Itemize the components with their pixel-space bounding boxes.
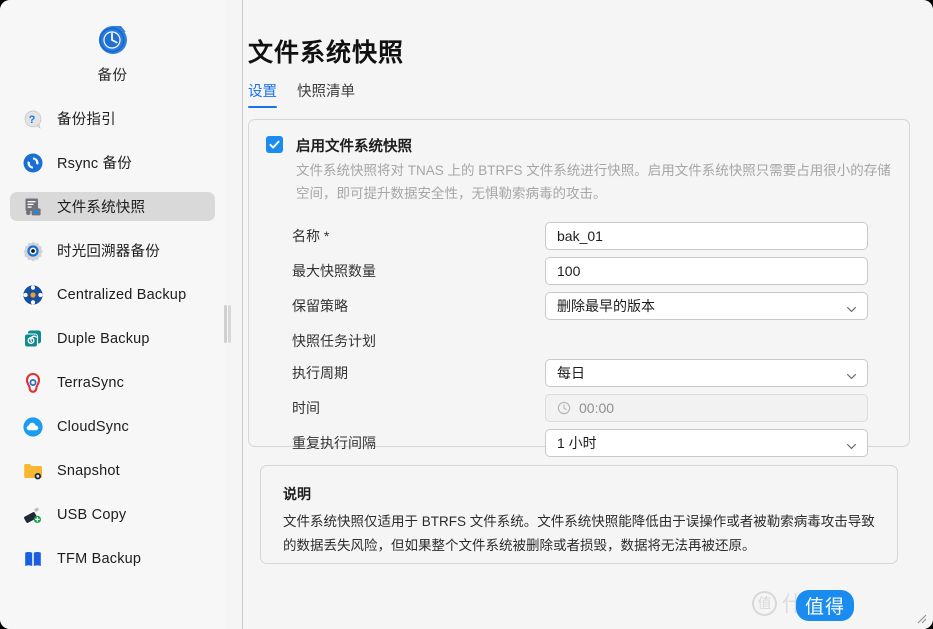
field-label-name: 名称 * bbox=[292, 226, 329, 246]
sidebar-item-label: CloudSync bbox=[57, 419, 129, 435]
centralized-hub-icon bbox=[22, 284, 44, 306]
sidebar-item-label: TFM Backup bbox=[57, 551, 141, 567]
watermark-logo-icon: 值 bbox=[752, 591, 777, 616]
time-machine-icon bbox=[22, 240, 44, 262]
terrasync-icon bbox=[22, 372, 44, 394]
usb-icon bbox=[22, 504, 44, 526]
sidebar-item-label: Duple Backup bbox=[57, 331, 150, 347]
max-snapshots-input[interactable] bbox=[545, 257, 868, 285]
sidebar-item-time-machine-backup[interactable]: 时光回溯器备份 bbox=[10, 236, 215, 265]
server-snapshot-icon bbox=[22, 196, 44, 218]
field-label-frequency: 执行周期 bbox=[292, 363, 348, 383]
sidebar-scrollbar-thumb[interactable] bbox=[224, 305, 227, 343]
field-row-time: 时间 bbox=[249, 394, 911, 422]
sidebar: 备份 ? 备份指引 bbox=[0, 0, 225, 629]
enable-snapshot-row[interactable]: 启用文件系统快照 bbox=[266, 135, 412, 156]
field-control-retention-policy: 删除最早的版本 bbox=[545, 292, 868, 320]
sidebar-item-duple-backup[interactable]: Duple Backup bbox=[10, 324, 215, 353]
tab-bar: 设置 快照清单 bbox=[248, 80, 355, 108]
chevron-down-icon bbox=[846, 369, 857, 380]
sidebar-item-cloudsync[interactable]: CloudSync bbox=[10, 412, 215, 441]
sidebar-item-label: 文件系统快照 bbox=[57, 196, 145, 217]
clock-backup-icon bbox=[95, 22, 131, 58]
note-title: 说明 bbox=[283, 484, 311, 504]
sidebar-item-label: TerraSync bbox=[57, 375, 124, 391]
folder-snapshot-icon bbox=[22, 460, 44, 482]
field-control-repeat-interval: 1 小时 bbox=[545, 429, 868, 457]
field-row-retention-policy: 保留策略 删除最早的版本 bbox=[249, 292, 911, 320]
description-note-box: 说明 文件系统快照仅适用于 BTRFS 文件系统。文件系统快照能降低由于误操作或… bbox=[260, 465, 898, 564]
sidebar-nav: ? 备份指引 Rsync 备份 bbox=[0, 104, 225, 588]
main-content: 文件系统快照 设置 快照清单 启用文件系统快照 文件系统快照将对 TNAS 上的… bbox=[243, 0, 933, 629]
sidebar-item-rsync-backup[interactable]: Rsync 备份 bbox=[10, 148, 215, 177]
chevron-down-icon bbox=[846, 302, 857, 313]
app-brand: 备份 bbox=[0, 22, 225, 85]
enable-snapshot-description: 文件系统快照将对 TNAS 上的 BTRFS 文件系统进行快照。启用文件系统快照… bbox=[296, 159, 896, 205]
field-control-time bbox=[545, 394, 868, 422]
field-control-frequency: 每日 bbox=[545, 359, 868, 387]
time-input[interactable] bbox=[545, 394, 868, 422]
sidebar-item-label: Snapshot bbox=[57, 463, 120, 479]
sidebar-item-centralized-backup[interactable]: Centralized Backup bbox=[10, 280, 215, 309]
page-title: 文件系统快照 bbox=[248, 33, 404, 69]
watermark-badge: 值得 bbox=[796, 590, 854, 621]
sidebar-item-label: Centralized Backup bbox=[57, 287, 186, 303]
sidebar-item-terrasync[interactable]: TerraSync bbox=[10, 368, 215, 397]
duple-copy-icon bbox=[22, 328, 44, 350]
retention-policy-value: 删除最早的版本 bbox=[557, 296, 655, 316]
enable-snapshot-checkbox[interactable] bbox=[266, 136, 283, 153]
field-row-name: 名称 * bbox=[249, 222, 911, 250]
name-input[interactable] bbox=[545, 222, 868, 250]
sidebar-item-usb-copy[interactable]: USB Copy bbox=[10, 500, 215, 529]
sidebar-item-label: 时光回溯器备份 bbox=[57, 240, 160, 261]
retention-policy-select[interactable]: 删除最早的版本 bbox=[545, 292, 868, 320]
tab-snapshot-list[interactable]: 快照清单 bbox=[297, 80, 355, 108]
sidebar-item-snapshot[interactable]: Snapshot bbox=[10, 456, 215, 485]
field-control-max-snapshots bbox=[545, 257, 868, 285]
repeat-interval-select[interactable]: 1 小时 bbox=[545, 429, 868, 457]
field-label-time: 时间 bbox=[292, 398, 320, 418]
frequency-select[interactable]: 每日 bbox=[545, 359, 868, 387]
field-row-frequency: 执行周期 每日 bbox=[249, 359, 911, 387]
sidebar-item-label: 备份指引 bbox=[57, 108, 116, 129]
field-control-name bbox=[545, 222, 868, 250]
app-title: 备份 bbox=[0, 64, 225, 85]
question-mark-icon: ? bbox=[22, 108, 44, 130]
sidebar-item-label: Rsync 备份 bbox=[57, 152, 132, 173]
settings-panel: 启用文件系统快照 文件系统快照将对 TNAS 上的 BTRFS 文件系统进行快照… bbox=[248, 119, 910, 447]
field-label-retention-policy: 保留策略 bbox=[292, 296, 348, 316]
sidebar-scrollbar-track[interactable] bbox=[228, 305, 231, 343]
tab-settings[interactable]: 设置 bbox=[248, 80, 277, 108]
frequency-value: 每日 bbox=[557, 363, 585, 383]
sidebar-item-label: USB Copy bbox=[57, 507, 126, 523]
field-row-repeat-interval: 重复执行间隔 1 小时 bbox=[249, 429, 911, 457]
enable-snapshot-label: 启用文件系统快照 bbox=[296, 135, 412, 156]
field-row-schedule-header: 快照任务计划 bbox=[249, 327, 911, 355]
sidebar-item-tfm-backup[interactable]: TFM Backup bbox=[10, 544, 215, 573]
cloud-icon bbox=[22, 416, 44, 438]
sidebar-item-filesystem-snapshot[interactable]: 文件系统快照 bbox=[10, 192, 215, 221]
field-label-repeat-interval: 重复执行间隔 bbox=[292, 433, 376, 453]
svg-text:?: ? bbox=[29, 114, 36, 126]
chevron-down-icon bbox=[846, 439, 857, 450]
section-label-schedule: 快照任务计划 bbox=[292, 331, 376, 351]
repeat-interval-value: 1 小时 bbox=[557, 433, 597, 453]
tfm-book-icon bbox=[22, 548, 44, 570]
resize-grip[interactable] bbox=[915, 611, 927, 623]
note-body: 文件系统快照仅适用于 BTRFS 文件系统。文件系统快照能降低由于误操作或者被勒… bbox=[283, 510, 878, 558]
sidebar-item-backup-guide[interactable]: ? 备份指引 bbox=[10, 104, 215, 133]
app-window: 备份 ? 备份指引 bbox=[0, 0, 933, 629]
field-label-max-snapshots: 最大快照数量 bbox=[292, 261, 376, 281]
sync-arrows-icon bbox=[22, 152, 44, 174]
field-row-max-snapshots: 最大快照数量 bbox=[249, 257, 911, 285]
